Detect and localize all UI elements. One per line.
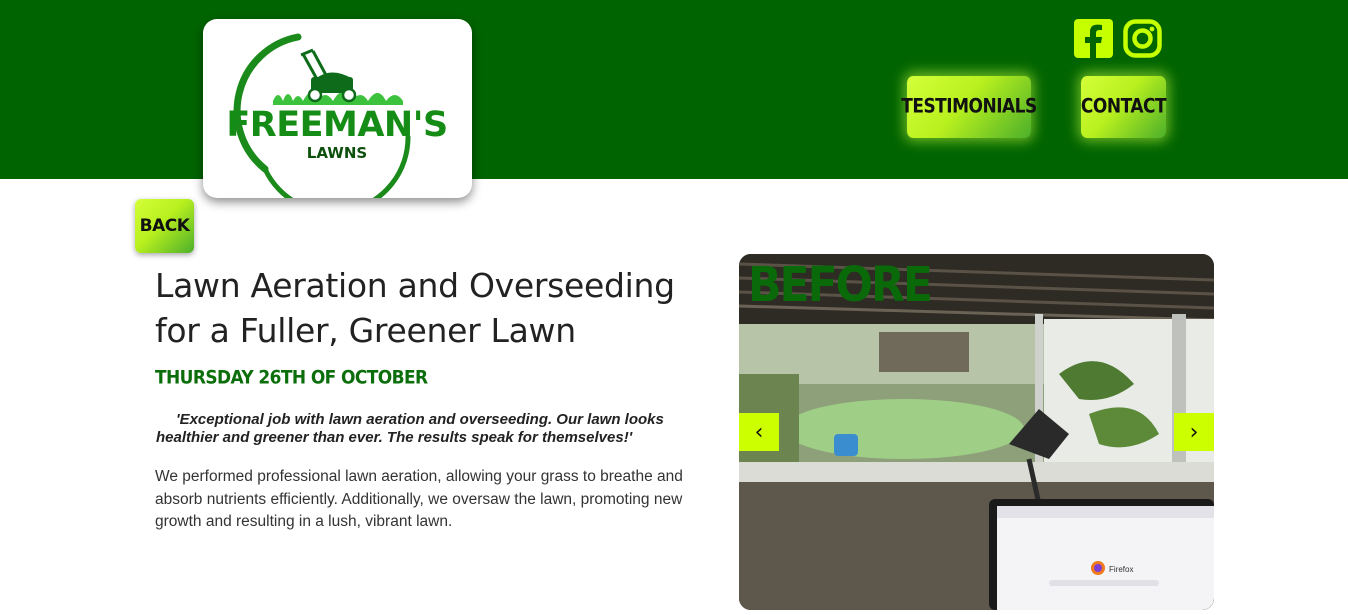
svg-text:Firefox: Firefox xyxy=(1109,565,1133,574)
testimonial-quote: 'Exceptional job with lawn aeration and … xyxy=(156,411,664,446)
before-after-carousel: Firefox BEFORE ‹ › xyxy=(739,254,1214,610)
svg-text:LAWNS: LAWNS xyxy=(307,144,367,162)
article-title: Lawn Aeration and Overseeding for a Full… xyxy=(155,266,675,350)
facebook-icon[interactable] xyxy=(1074,19,1113,58)
article-body: We performed professional lawn aeration,… xyxy=(155,468,683,530)
testimonials-button[interactable]: TESTIMONIALS xyxy=(901,75,1037,139)
contact-button[interactable]: CONTACT xyxy=(1081,75,1167,139)
article-date: THURSDAY 26TH OF OCTOBER xyxy=(155,367,428,389)
carousel-next-button[interactable]: › xyxy=(1174,413,1214,451)
logo-image: FREEMAN'S LAWNS xyxy=(226,33,448,198)
instagram-icon[interactable] xyxy=(1123,19,1162,58)
logo[interactable]: FREEMAN'S LAWNS xyxy=(203,19,472,198)
back-button[interactable]: BACK xyxy=(135,199,194,253)
svg-text:FREEMAN'S: FREEMAN'S xyxy=(226,105,447,145)
carousel-prev-button[interactable]: ‹ xyxy=(739,413,779,451)
before-label: BEFORE xyxy=(748,257,933,314)
